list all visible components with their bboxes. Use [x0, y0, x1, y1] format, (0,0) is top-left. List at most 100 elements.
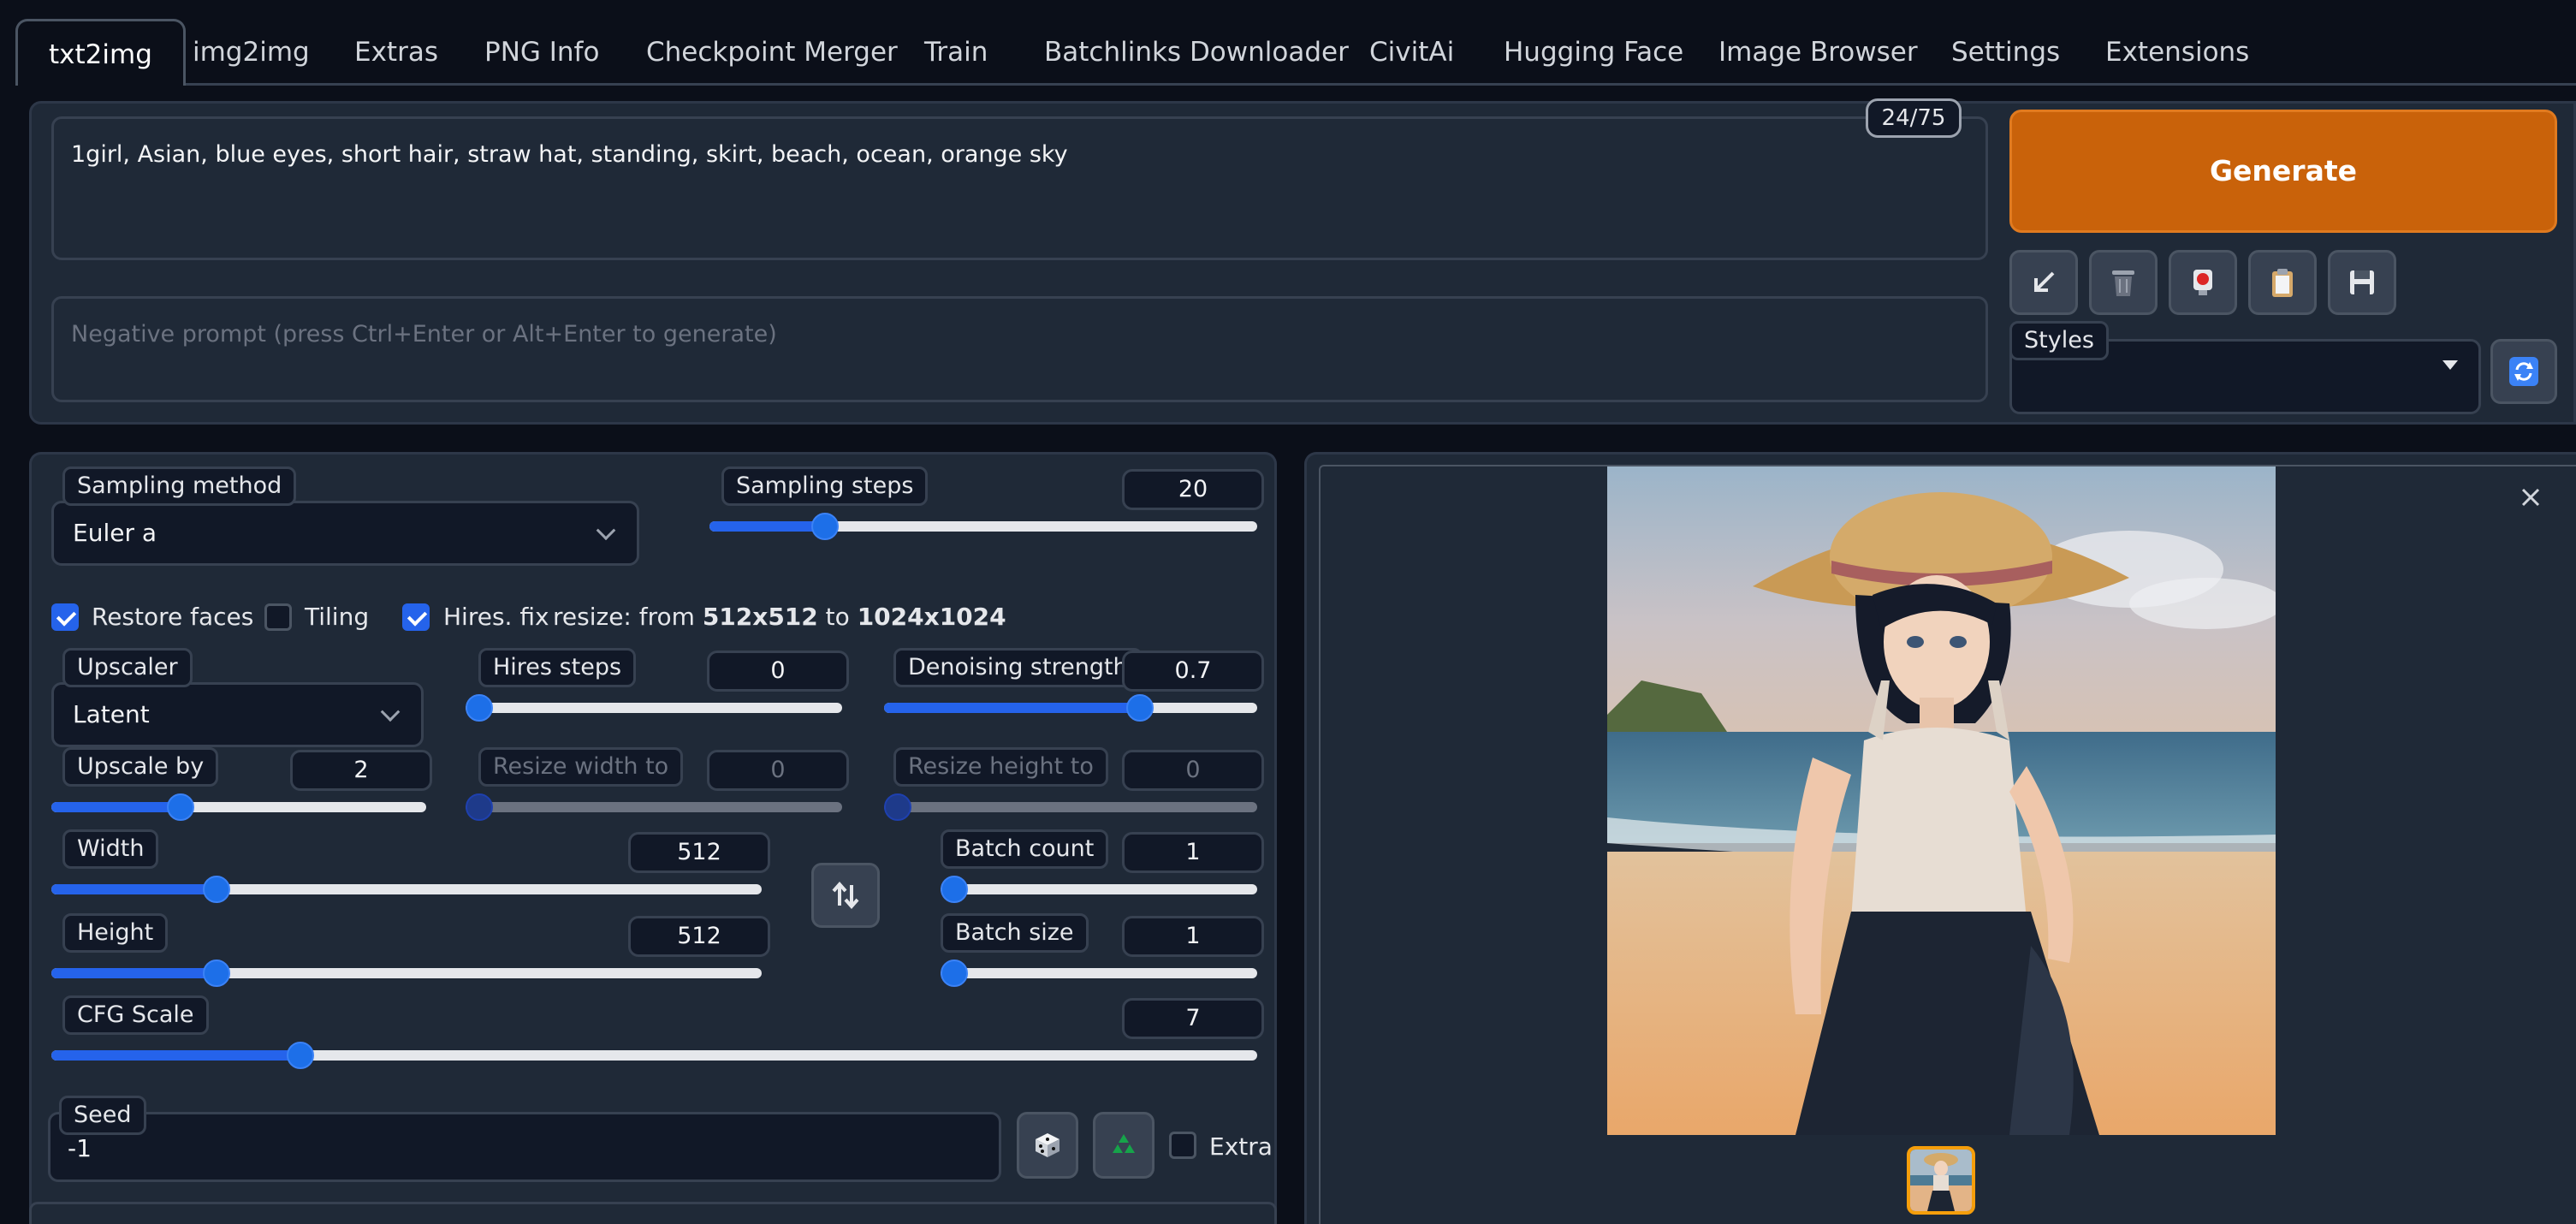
batch-size-slider[interactable]: [941, 960, 1257, 987]
tab-train[interactable]: Train: [893, 19, 1018, 86]
generate-button[interactable]: Generate: [2009, 110, 2557, 233]
batch-count-input[interactable]: 1: [1122, 832, 1264, 873]
width-label: Width: [62, 829, 159, 869]
hires-steps-input[interactable]: 0: [707, 651, 849, 692]
resize-width-label: Resize width to: [478, 747, 684, 787]
slider-thumb[interactable]: [941, 876, 968, 903]
denoising-strength-label: Denoising strength: [893, 648, 1143, 687]
recycle-icon: [1113, 1134, 1135, 1153]
sampling-method-value: Euler a: [73, 519, 157, 547]
negative-prompt-input[interactable]: Negative prompt (press Ctrl+Enter or Alt…: [51, 296, 1988, 402]
resize-width-slider[interactable]: [466, 793, 842, 821]
batch-size-input[interactable]: 1: [1122, 916, 1264, 957]
slider-thumb[interactable]: [466, 793, 493, 821]
swap-arrows-icon: [832, 881, 859, 910]
save-icon: [2350, 270, 2374, 294]
seed-label: Seed: [59, 1096, 146, 1135]
upscaler-label: Upscaler: [62, 648, 193, 687]
tab-img2img[interactable]: img2img: [162, 19, 341, 86]
generated-image[interactable]: [1607, 466, 2276, 1135]
paste-params-button[interactable]: [2009, 250, 2078, 315]
cfg-scale-label: CFG Scale: [62, 995, 209, 1035]
generated-image-art: [1607, 466, 2276, 1135]
tab-extensions[interactable]: Extensions: [2074, 19, 2280, 86]
slider-thumb[interactable]: [884, 793, 911, 821]
tab-hugging-face[interactable]: Hugging Face: [1473, 19, 1714, 86]
dice-icon: [1036, 1133, 1059, 1157]
tab-extras[interactable]: Extras: [323, 19, 469, 86]
width-slider[interactable]: [51, 876, 762, 903]
random-seed-button[interactable]: [1017, 1112, 1078, 1179]
sampling-method-dropdown[interactable]: Euler a: [51, 501, 639, 566]
slider-thumb[interactable]: [941, 960, 968, 987]
seed-value: -1: [68, 1134, 92, 1162]
upscale-by-label: Upscale by: [62, 747, 219, 787]
batch-count-label: Batch count: [941, 829, 1109, 869]
reuse-seed-button[interactable]: [1093, 1112, 1154, 1179]
refresh-styles-button[interactable]: [2490, 339, 2557, 404]
batch-count-slider[interactable]: [941, 876, 1257, 903]
resize-height-input[interactable]: 0: [1122, 750, 1264, 791]
hires-fix-label: Hires. fix: [443, 603, 549, 631]
upscale-by-slider[interactable]: [51, 793, 426, 821]
negative-prompt-placeholder: Negative prompt (press Ctrl+Enter or Alt…: [71, 321, 777, 348]
slider-thumb[interactable]: [167, 793, 195, 821]
upscaler-dropdown[interactable]: Latent: [51, 682, 424, 747]
hires-fix-checkbox[interactable]: [402, 603, 430, 631]
clear-prompt-button[interactable]: [2089, 250, 2158, 315]
cfg-scale-input[interactable]: 7: [1122, 998, 1264, 1039]
width-input[interactable]: 512: [628, 832, 770, 873]
resize-height-slider[interactable]: [884, 793, 1257, 821]
slider-thumb[interactable]: [203, 960, 231, 987]
prompt-text: 1girl, Asian, blue eyes, short hair, str…: [71, 141, 1068, 168]
tab-checkpoint-merger[interactable]: Checkpoint Merger: [615, 19, 929, 86]
height-slider[interactable]: [51, 960, 762, 987]
height-input[interactable]: 512: [628, 916, 770, 957]
tab-png-info[interactable]: PNG Info: [454, 19, 630, 86]
tiling-checkbox[interactable]: [264, 603, 292, 631]
restore-faces-label: Restore faces: [92, 603, 254, 631]
resize-info: resize: from 512x512 to 1024x1024: [553, 603, 1006, 631]
upscaler-value: Latent: [73, 700, 150, 728]
trash-icon: [2112, 270, 2134, 296]
gallery-thumbnail[interactable]: [1907, 1146, 1975, 1215]
chevron-down-icon: [596, 520, 616, 541]
resize-width-input[interactable]: 0: [707, 750, 849, 791]
refresh-icon: [2509, 357, 2538, 386]
slider-thumb[interactable]: [287, 1042, 315, 1069]
tab-bar: txt2img img2img Extras PNG Info Checkpoi…: [0, 0, 2576, 86]
extra-seed-checkbox[interactable]: [1169, 1132, 1196, 1159]
tab-image-browser[interactable]: Image Browser: [1688, 19, 1949, 86]
save-style-button[interactable]: [2328, 250, 2396, 315]
slider-thumb[interactable]: [466, 694, 493, 722]
restore-faces-checkbox[interactable]: [51, 603, 79, 631]
sampling-steps-slider[interactable]: [709, 513, 1257, 540]
tab-batchlinks-downloader[interactable]: Batchlinks Downloader: [1013, 19, 1380, 86]
batch-size-label: Batch size: [941, 913, 1089, 953]
thumbnail-image: [1910, 1150, 1972, 1211]
cfg-scale-slider[interactable]: [51, 1042, 1257, 1069]
extra-seed-label: Extra: [1209, 1132, 1273, 1161]
apply-style-button[interactable]: [2248, 250, 2317, 315]
denoising-strength-slider[interactable]: [884, 694, 1257, 722]
sampling-steps-input[interactable]: 20: [1122, 469, 1264, 510]
seed-input[interactable]: -1: [48, 1112, 1001, 1182]
tab-txt2img[interactable]: txt2img: [15, 19, 186, 86]
denoising-strength-input[interactable]: 0.7: [1122, 651, 1264, 692]
resize-height-label: Resize height to: [893, 747, 1108, 787]
arrow-down-left-icon: [2034, 271, 2055, 292]
swap-dimensions-button[interactable]: [811, 863, 880, 928]
prompt-input[interactable]: 1girl, Asian, blue eyes, short hair, str…: [51, 116, 1988, 260]
slider-thumb[interactable]: [1125, 694, 1154, 722]
sampling-method-label: Sampling method: [62, 466, 297, 506]
close-icon[interactable]: [2520, 486, 2542, 508]
hires-steps-slider[interactable]: [466, 694, 842, 722]
red-marker-icon: [2193, 270, 2212, 295]
upscale-by-input[interactable]: 2: [290, 750, 432, 791]
caret-down-icon: [2442, 360, 2458, 370]
slider-thumb[interactable]: [203, 876, 231, 903]
tab-civitai[interactable]: CivitAi: [1338, 19, 1485, 86]
tab-settings[interactable]: Settings: [1920, 19, 2091, 86]
slider-thumb[interactable]: [811, 513, 840, 540]
extra-networks-button[interactable]: [2169, 250, 2237, 315]
